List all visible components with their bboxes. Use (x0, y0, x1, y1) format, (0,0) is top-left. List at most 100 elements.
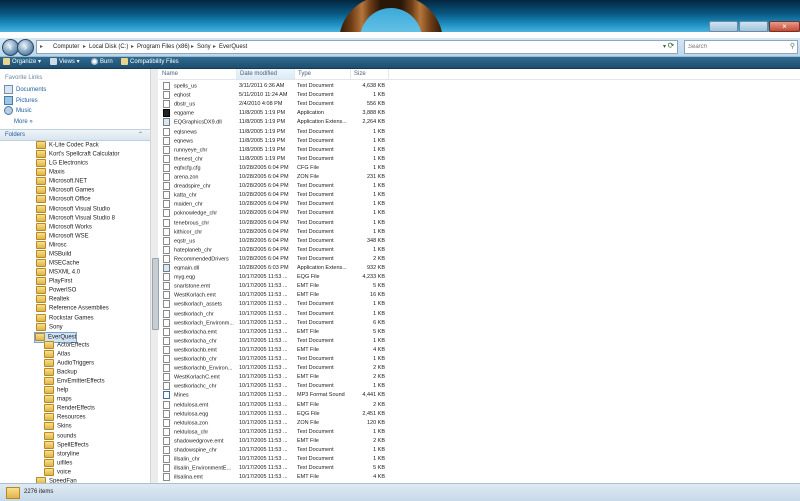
folder-tree-item[interactable]: Skins (44, 422, 72, 431)
chevron-up-icon[interactable]: ⌃ (138, 130, 143, 140)
folder-tree-item[interactable]: EnvEmitterEffects (44, 377, 105, 386)
file-row[interactable]: eqlsnews 11/8/2005 1:19 PM Text Document 1 … (159, 127, 800, 137)
minimize-button[interactable] (709, 21, 738, 32)
folder-tree-item[interactable]: PlayFirst (36, 277, 72, 286)
search-box[interactable]: ⚲ (684, 40, 798, 54)
folder-tree-item[interactable]: Microsoft WSE (36, 231, 89, 241)
folders-header[interactable]: Folders ⌃ (0, 129, 151, 141)
folder-tree-item[interactable]: Microsoft Office (36, 195, 91, 204)
folder-tree-item[interactable]: Kort's Spellcraft Calculator (36, 150, 120, 159)
file-row[interactable]: myg.eqg 10/17/2005 11:53 ... EQG File 4,233… (159, 273, 800, 282)
file-row[interactable]: illsalin_chr 10/17/2005 11:53 ... Text Doc… (159, 455, 800, 464)
file-row[interactable]: maiden_chr 10/28/2005 6:04 PM Text Documen… (159, 200, 800, 209)
forward-button[interactable]: › (17, 39, 34, 56)
folder-tree-item[interactable]: Microsoft.NET (36, 177, 87, 186)
file-row[interactable]: WestKorlachC.emt 10/17/2005 11:53 ... EMT … (159, 373, 800, 382)
folder-tree-item[interactable]: LG Electronics (36, 159, 88, 168)
file-row[interactable]: eqgame 11/8/2005 1:19 PM Application 3,888 … (159, 109, 800, 118)
folder-tree-item[interactable]: MSECache (36, 259, 79, 268)
breadcrumb-program-files[interactable]: Program Files (x86) (137, 41, 190, 53)
folder-tree-item[interactable]: Microsoft Visual Studio (36, 204, 110, 214)
file-row[interactable]: runnyeye_chr 11/8/2005 1:19 PM Text Docume… (159, 145, 800, 155)
file-row[interactable]: westkorlacha_chr 10/17/2005 11:53 ... Text… (159, 336, 800, 346)
close-button[interactable]: × (769, 21, 800, 32)
file-row[interactable]: katta_chr 10/28/2005 6:04 PM Text Document… (159, 191, 800, 200)
search-icon[interactable]: ⚲ (790, 41, 795, 53)
compatibility-files-button[interactable]: Compatibility Files (121, 57, 179, 68)
folder-tree-item[interactable]: maps (44, 395, 72, 404)
folder-tree-item[interactable]: SpellEffects (44, 440, 89, 450)
file-row[interactable]: arena.zon 10/28/2005 6:04 PM ZON File 231 K… (159, 173, 800, 182)
file-row[interactable]: westkorlachb.emt 10/17/2005 11:53 ... EMT … (159, 345, 800, 355)
folder-tree-item[interactable]: Mirosc (36, 240, 67, 250)
folder-tree-item[interactable]: RenderEffects (44, 404, 95, 413)
breadcrumb-computer[interactable]: Computer (53, 41, 79, 53)
folder-tree-item[interactable]: sounds (44, 431, 76, 441)
folder-tree-item[interactable]: Atlas (44, 349, 70, 359)
favorite-documents[interactable]: Documents (4, 85, 46, 94)
folder-tree-item[interactable]: Rockstar Games (36, 313, 94, 323)
file-row[interactable]: eqfxcfg.cfg 10/28/2005 6:04 PM CFG File 1 K… (159, 163, 800, 173)
file-row[interactable]: nektulosa.emt 10/17/2005 11:53 ... EMT Fil… (159, 400, 800, 410)
folder-tree-item[interactable]: Microsoft Works (36, 222, 92, 232)
file-row[interactable]: shadowspine_chr 10/17/2005 11:53 ... Text … (159, 446, 800, 455)
file-row[interactable]: eqstr_us 10/28/2005 6:04 PM Text Document 3… (159, 236, 800, 246)
favorite-pictures[interactable]: Pictures (4, 96, 38, 105)
file-row[interactable]: dreadspire_chr 10/28/2005 6:04 PM Text Doc… (159, 182, 800, 191)
folder-tree-item[interactable]: ActorEffects (44, 340, 89, 350)
file-row[interactable]: nektulosa.eqg 10/17/2005 11:53 ... EQG Fil… (159, 409, 800, 419)
file-row[interactable]: westkorlach_assets 10/17/2005 11:53 ... Te… (159, 300, 800, 309)
address-bar[interactable]: ▸ Computer ▸ Local Disk (C:) ▸ Program F… (36, 40, 678, 54)
file-row[interactable]: eqhost 5/11/2010 11:24 AM Text Document 1 K… (159, 91, 800, 100)
file-row[interactable]: kithicor_chr 10/28/2005 6:04 PM Text Docum… (159, 227, 800, 237)
file-row[interactable]: westkorlach_chr 10/17/2005 11:53 ... Text … (159, 309, 800, 319)
file-row[interactable]: Mines 10/17/2005 11:53 ... MP3 Format Soun… (159, 391, 800, 400)
file-row[interactable]: hateplaneb_chr 10/28/2005 6:04 PM Text Doc… (159, 245, 800, 255)
file-row[interactable]: dbstr_us 2/4/2010 4:08 PM Text Document 556… (159, 100, 800, 109)
burn-button[interactable]: Burn (91, 57, 113, 68)
file-row[interactable]: nektulosa.zon 10/17/2005 11:53 ... ZON Fil… (159, 418, 800, 428)
navigation-scrollbar[interactable] (150, 69, 159, 483)
file-row[interactable]: westkorlachb_Environ... 10/17/2005 11:53 … (159, 364, 800, 373)
column-header-type[interactable]: Type (295, 69, 351, 79)
folder-tree-item[interactable]: K-Lite Codec Pack (36, 141, 99, 150)
folder-tree-item[interactable]: help (44, 386, 68, 395)
file-row[interactable]: westkorlach_Environm... 10/17/2005 11:53 … (159, 318, 800, 328)
folder-tree-item[interactable]: AudioTriggers (44, 358, 94, 368)
file-row[interactable]: shadowedgrove.emt 10/17/2005 11:53 ... EMT… (159, 436, 800, 446)
file-row[interactable]: EQGraphicsDX9.dll 11/8/2005 1:19 PM Applic… (159, 118, 800, 127)
file-row[interactable]: illsalina.emt 10/17/2005 11:53 ... EMT Fil… (159, 473, 800, 482)
search-input[interactable] (688, 41, 783, 53)
more-links[interactable]: More » (14, 119, 33, 125)
folder-tree-item[interactable]: Realtek (36, 295, 69, 304)
folder-tree-item[interactable]: Resources (44, 413, 86, 422)
scrollbar-thumb[interactable] (152, 258, 159, 330)
folder-tree-item[interactable]: storyline (44, 449, 79, 459)
file-row[interactable]: WestKorlach.emt 10/17/2005 11:53 ... EMT F… (159, 291, 800, 300)
breadcrumb-everquest[interactable]: EverQuest (219, 41, 247, 53)
folder-tree-item[interactable]: Backup (44, 368, 77, 377)
file-row[interactable]: RecommendedDrivers 10/28/2005 6:04 PM Text… (159, 254, 800, 264)
refresh-icon[interactable]: ⟳ (666, 40, 676, 52)
file-row[interactable]: tenebrous_chr 10/28/2005 6:04 PM Text Docu… (159, 218, 800, 228)
folder-tree-item[interactable]: Maxis (36, 168, 65, 177)
folder-tree-item[interactable]: Sony (36, 322, 63, 332)
file-row[interactable]: nektulosa_chr 10/17/2005 11:53 ... Text Do… (159, 427, 800, 437)
file-row[interactable]: eqnews 11/8/2005 1:19 PM Text Document 1 KB (159, 136, 800, 146)
folder-tree-item[interactable]: Microsoft Games (36, 186, 94, 195)
folder-tree-item[interactable]: MSBuild (36, 249, 71, 259)
file-row[interactable]: westkorlachb_chr 10/17/2005 11:53 ... Text… (159, 355, 800, 364)
column-header-size[interactable]: Size (351, 69, 389, 79)
file-row[interactable]: eqmain.dll 10/28/2005 6:03 PM Application … (159, 264, 800, 273)
organize-button[interactable]: Organize ▾ (3, 57, 41, 68)
folder-tree-item[interactable]: voice (44, 467, 71, 477)
breadcrumb-local-disk[interactable]: Local Disk (C:) (89, 41, 128, 53)
views-button[interactable]: Views ▾ (50, 57, 80, 68)
folder-tree-item[interactable]: uifiles (44, 458, 72, 468)
folder-tree-item[interactable]: PowerISO (36, 286, 76, 295)
file-row[interactable]: thenest_chr 11/8/2005 1:19 PM Text Documen… (159, 154, 800, 164)
maximize-button[interactable] (739, 21, 768, 32)
folder-tree-item[interactable]: Microsoft Visual Studio 8 (36, 213, 115, 223)
file-row[interactable]: westkorlachc_chr 10/17/2005 11:53 ... Text… (159, 382, 800, 391)
column-header-name[interactable]: Name (159, 69, 237, 79)
